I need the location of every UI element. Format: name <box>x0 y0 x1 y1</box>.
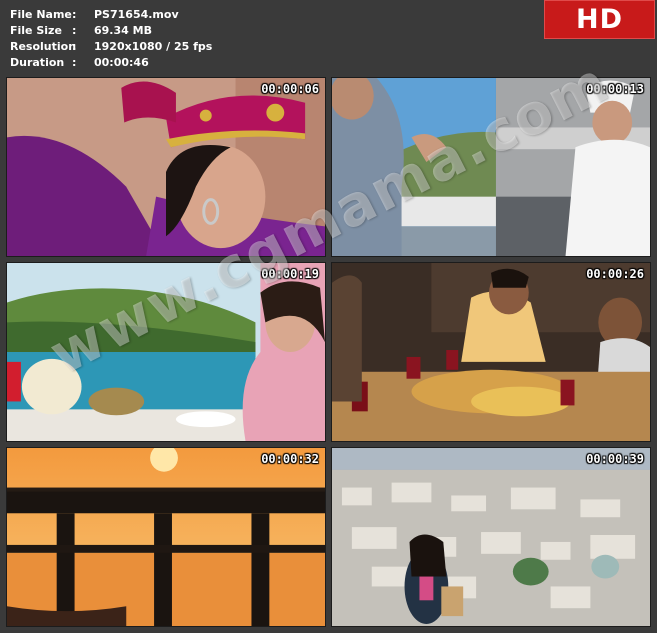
thumbnail-6[interactable]: 00:00:39 <box>331 447 651 627</box>
meta-colon: : <box>72 56 77 69</box>
meta-key: File Size <box>10 24 62 37</box>
meta-value-resolution: 1920x1080 / 25 fps <box>94 40 213 53</box>
thumbnail-4[interactable]: 00:00:26 <box>331 262 651 442</box>
meta-key: Duration <box>10 56 65 69</box>
timestamp: 00:00:26 <box>586 267 644 281</box>
dancer-scene-image <box>7 78 325 256</box>
meta-colon: : <box>72 24 77 37</box>
timestamp: 00:00:39 <box>586 452 644 466</box>
thumbnail-5[interactable]: 00:00:32 <box>6 447 326 627</box>
meta-value-duration: 00:00:46 <box>94 56 149 69</box>
meta-key: Resolution <box>10 40 77 53</box>
thumbnail-3[interactable]: 00:00:19 <box>6 262 326 442</box>
sunset-pier-scene-image <box>7 448 325 626</box>
dinner-table-scene-image <box>332 263 650 441</box>
timestamp: 00:00:32 <box>261 452 319 466</box>
meta-value-file-size: 69.34 MB <box>94 24 152 37</box>
meta-value-file-name: PS71654.mov <box>94 8 179 21</box>
meta-colon: : <box>72 40 77 53</box>
meta-row-file-size: File Size : 69.34 MB <box>10 23 212 39</box>
thumbnail-1[interactable]: 00:00:06 <box>6 77 326 257</box>
seaside-dining-scene-image <box>7 263 325 441</box>
timestamp: 00:00:13 <box>586 82 644 96</box>
city-view-scene-image <box>332 448 650 626</box>
thumbnail-2[interactable]: 00:00:13 <box>331 77 651 257</box>
meta-key: File Name <box>10 8 72 21</box>
meta-row-duration: Duration : 00:00:46 <box>10 55 212 71</box>
harbor-chef-scene-image <box>332 78 650 256</box>
meta-colon: : <box>72 8 77 21</box>
timestamp: 00:00:19 <box>261 267 319 281</box>
timestamp: 00:00:06 <box>261 82 319 96</box>
meta-row-file-name: File Name : PS71654.mov <box>10 7 212 23</box>
file-metadata: File Name : PS71654.mov File Size : 69.3… <box>10 7 212 71</box>
meta-row-resolution: Resolution : 1920x1080 / 25 fps <box>10 39 212 55</box>
hd-badge: HD <box>544 0 655 39</box>
